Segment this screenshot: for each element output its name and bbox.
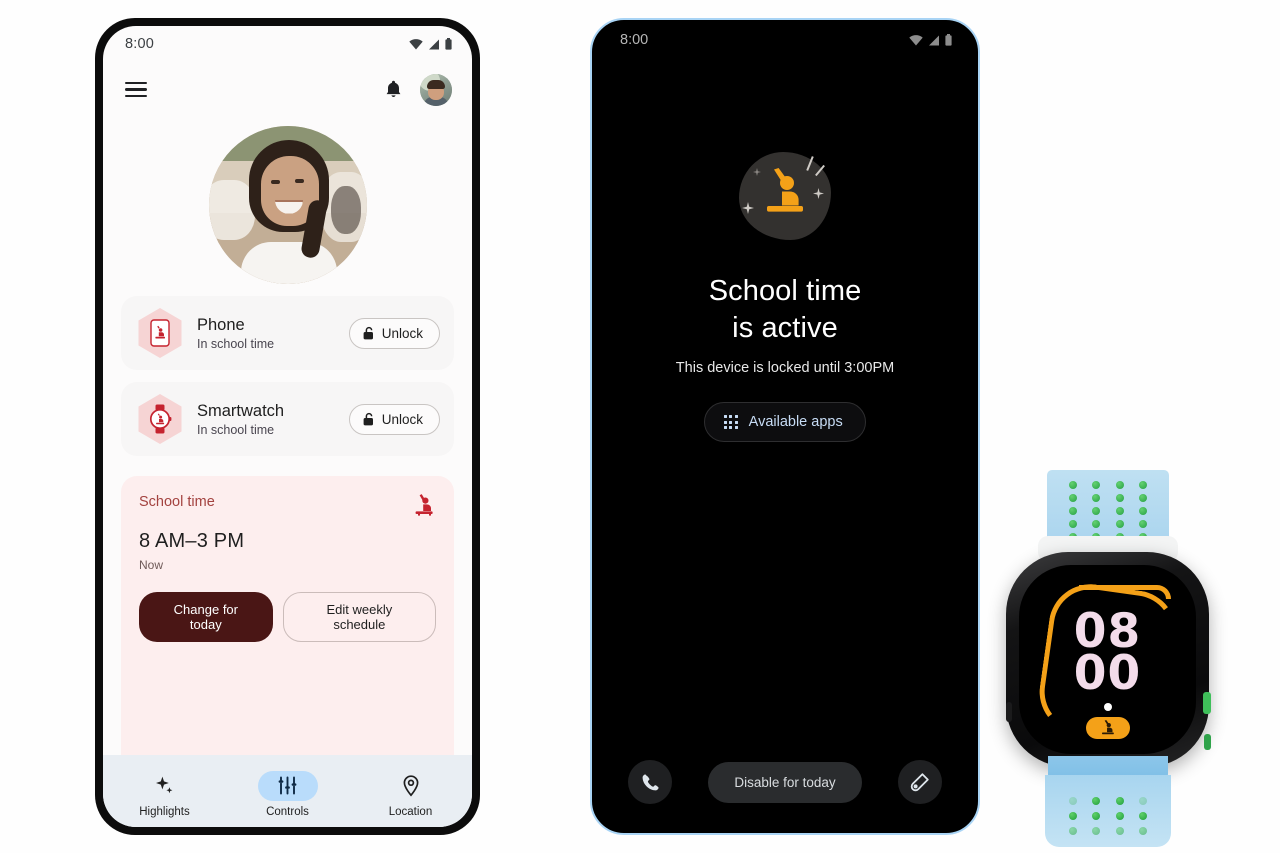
status-bar-icons [909, 34, 952, 46]
app-grid-icon [724, 415, 738, 429]
available-apps-button[interactable]: Available apps [704, 402, 866, 443]
sparkle-icon [753, 168, 761, 176]
watch-school-time-badge[interactable] [1085, 717, 1130, 739]
device-list: Phone In school time Unlock Smartwatch I… [103, 292, 472, 468]
edit-weekly-schedule-button[interactable]: Edit weekly schedule [282, 592, 436, 642]
parent-phone-device: 8:00 Phone In school time Unlock Smartwa… [95, 18, 480, 835]
headline-line-1: School time [708, 275, 862, 307]
sparkle-icon [813, 188, 824, 199]
signal-icon [929, 35, 939, 45]
location-pin-icon [403, 774, 418, 796]
status-bar-time: 8:00 [125, 36, 155, 52]
lock-screen-bottom-actions: Disable for today [592, 747, 978, 833]
child-profile-photo[interactable] [208, 125, 367, 284]
schedule-title: School time [139, 494, 215, 510]
child-status-bar: 8:00 [592, 20, 978, 60]
phone-call-icon [642, 773, 659, 790]
sparkle-icon [742, 202, 754, 214]
bell-icon[interactable] [385, 80, 402, 99]
watch-side-button-left[interactable] [1006, 702, 1012, 722]
avatar[interactable] [420, 73, 452, 106]
watch-minutes: 00 [1073, 646, 1142, 701]
watch-band-bottom [1045, 775, 1171, 847]
unlock-button-phone[interactable]: Unlock [348, 317, 440, 349]
student-raising-hand-icon [415, 494, 433, 516]
change-for-today-button[interactable]: Change for today [139, 592, 273, 642]
bottom-navigation-bar: Highlights Controls Location [103, 755, 472, 827]
status-bar-time: 8:00 [620, 32, 649, 48]
camera-button[interactable] [898, 760, 942, 804]
signal-icon [429, 39, 439, 49]
device-info-smartwatch: Smartwatch In school time [197, 401, 337, 438]
device-name: Smartwatch [197, 401, 285, 420]
school-time-schedule-card: School time 8 AM–3 PM Now Change for tod… [121, 476, 454, 755]
sliders-icon [278, 776, 297, 795]
watch-side-button-right[interactable] [1203, 692, 1211, 714]
student-raising-hand-icon [767, 168, 803, 212]
nav-item-highlights[interactable]: Highlights [123, 771, 207, 818]
device-status: In school time [197, 337, 275, 352]
schedule-header: School time [139, 494, 436, 516]
watch-case: 08 00 [1006, 552, 1211, 767]
lock-screen-content: School time is active This device is loc… [592, 60, 978, 747]
phone-school-time-icon [135, 308, 185, 358]
sparkle-icon [156, 776, 173, 794]
lock-screen-headline: School time is active [709, 273, 862, 346]
watch-band-top-perforations [1061, 478, 1155, 544]
parent-phone-screen: 8:00 Phone In school time Unlock Smartwa… [103, 26, 472, 827]
watch-school-time-icon [135, 394, 185, 444]
headline-line-2: is active [732, 311, 838, 344]
watch-side-button-right-lower[interactable] [1204, 734, 1211, 750]
lock-screen-subtitle: This device is locked until 3:00PM [675, 360, 895, 377]
unlock-button-label: Unlock [381, 411, 423, 427]
status-bar-icons [409, 38, 452, 50]
watch-face-screen[interactable]: 08 00 [1019, 565, 1196, 754]
child-phone-device: 8:00 School time is active This device i… [590, 18, 980, 835]
nav-item-location[interactable]: Location [369, 771, 453, 818]
app-bar-actions [385, 73, 452, 106]
watch-indicator-dot [1103, 703, 1112, 711]
unlock-icon [363, 326, 373, 340]
nav-label-highlights: Highlights [139, 805, 190, 818]
device-card-smartwatch[interactable]: Smartwatch In school time Unlock [121, 382, 454, 456]
phone-call-button[interactable] [628, 760, 672, 804]
schedule-state: Now [139, 558, 164, 572]
device-card-phone[interactable]: Phone In school time Unlock [121, 296, 454, 370]
battery-icon [945, 34, 952, 46]
battery-icon [445, 38, 452, 50]
student-raising-hand-icon [1101, 720, 1114, 735]
available-apps-label: Available apps [748, 414, 843, 431]
unlock-icon [363, 412, 373, 426]
camera-lens-icon [910, 773, 929, 792]
parent-status-bar: 8:00 [103, 26, 472, 62]
nav-pill-location [381, 771, 441, 801]
watch-band-bottom-perforations [1061, 793, 1155, 839]
device-status: In school time [197, 423, 275, 438]
wifi-icon [409, 38, 423, 49]
nav-label-controls: Controls [266, 805, 309, 818]
device-info-phone: Phone In school time [197, 315, 337, 352]
nav-pill-highlights [135, 771, 195, 801]
parent-app-bar [103, 62, 472, 117]
school-time-illustration [739, 152, 831, 240]
child-photo-section [103, 117, 472, 292]
nav-label-location: Location [388, 805, 433, 818]
schedule-actions: Change for today Edit weekly schedule [139, 592, 436, 642]
nav-pill-controls [257, 770, 318, 801]
hamburger-menu-icon[interactable] [125, 82, 147, 97]
unlock-button-smartwatch[interactable]: Unlock [348, 403, 440, 435]
wifi-icon [909, 34, 923, 45]
screenshot-stage: 8:00 Phone In school time Unlock Smartwa… [0, 0, 1280, 853]
kids-smartwatch-device: 08 00 [1000, 470, 1215, 847]
unlock-button-label: Unlock [381, 325, 423, 341]
disable-for-today-button[interactable]: Disable for today [708, 761, 862, 803]
device-name: Phone [197, 315, 245, 334]
nav-item-controls[interactable]: Controls [246, 770, 330, 818]
watch-progress-arc-top [1079, 585, 1171, 599]
schedule-time-range: 8 AM–3 PM [139, 530, 245, 552]
